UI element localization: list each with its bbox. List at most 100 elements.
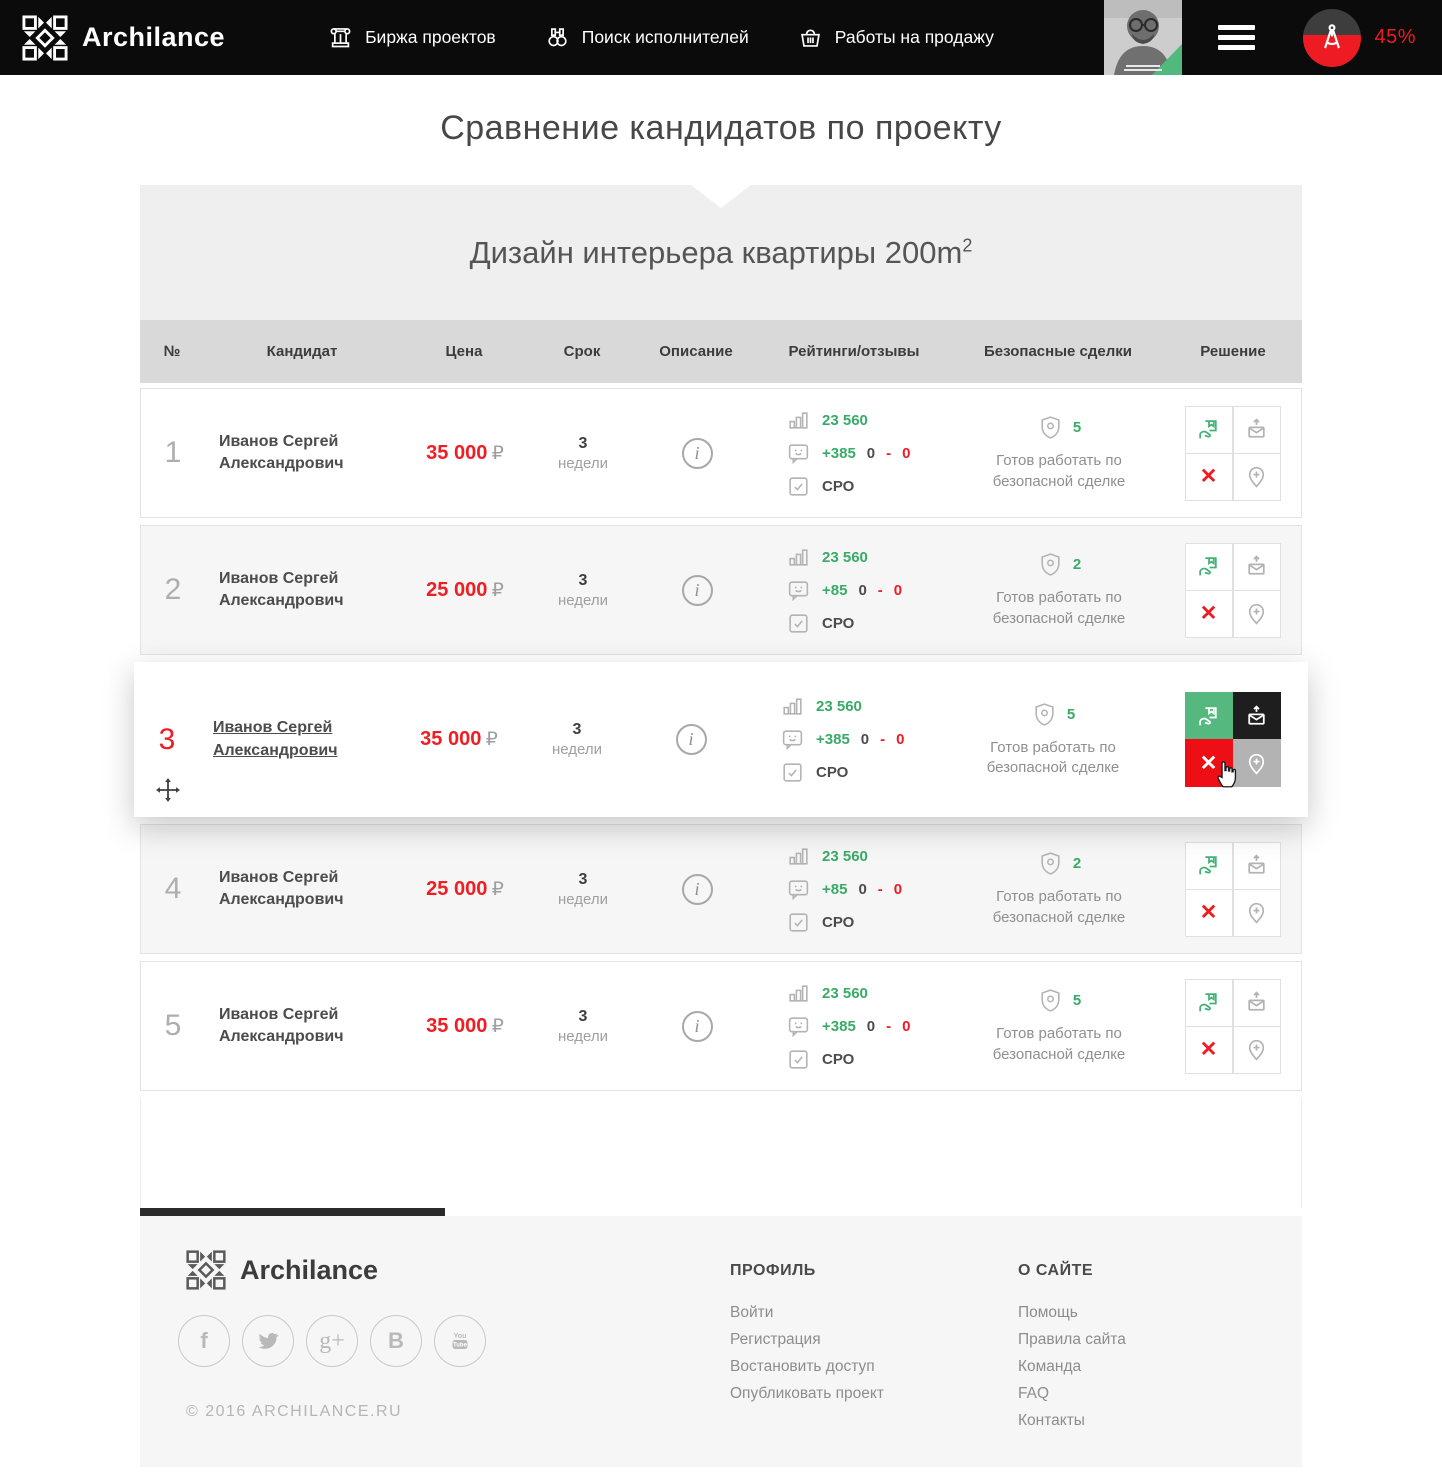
candidate-name[interactable]: Иванов Сергей Александрович xyxy=(199,717,374,762)
nav-item-projects[interactable]: Биржа проектов xyxy=(327,24,496,51)
vk-icon[interactable]: B xyxy=(370,1315,422,1367)
hire-button[interactable] xyxy=(1185,543,1233,591)
views-line: 23 560 xyxy=(786,981,953,1006)
add-location-button[interactable] xyxy=(1233,889,1281,937)
footer-link[interactable]: Опубликовать проект xyxy=(730,1385,1018,1403)
user-avatar[interactable] xyxy=(1104,0,1182,75)
rating-separator: - xyxy=(878,582,883,599)
checkbox-icon xyxy=(786,910,811,935)
rating-positive: +85 xyxy=(822,881,847,898)
row-number: 2 xyxy=(141,573,205,607)
hire-button[interactable] xyxy=(1185,979,1233,1027)
rating-negative: 0 xyxy=(902,445,910,462)
candidate-name[interactable]: Иванов Сергей Александрович xyxy=(205,1004,380,1049)
hire-button[interactable] xyxy=(1185,406,1233,454)
footer-link[interactable]: Войти xyxy=(730,1304,1018,1322)
rating-neutral: 0 xyxy=(861,731,869,748)
footer-column-title: О САЙТЕ xyxy=(1018,1262,1126,1280)
sro-line: СРО xyxy=(786,611,953,636)
currency-symbol: ₽ xyxy=(486,728,498,750)
candidate-name[interactable]: Иванов Сергей Александрович xyxy=(205,568,380,613)
table-row: 2 Иванов Сергей Александрович 25 000 ₽ 3… xyxy=(140,525,1302,655)
footer-link[interactable]: Команда xyxy=(1018,1358,1126,1376)
footer-brand[interactable]: Archilance xyxy=(186,1250,730,1290)
footer-link[interactable]: Правила сайта xyxy=(1018,1331,1126,1349)
views-count: 23 560 xyxy=(822,985,868,1002)
send-message-button[interactable] xyxy=(1233,842,1281,890)
footer-link[interactable]: Контакты xyxy=(1018,1412,1126,1430)
candidate-name[interactable]: Иванов Сергей Александрович xyxy=(205,867,380,912)
currency-symbol: ₽ xyxy=(492,442,504,464)
deals-text: Готов работать по безопасной сделке xyxy=(972,1024,1147,1065)
add-location-button[interactable] xyxy=(1233,1026,1281,1074)
nav-item-search-executors[interactable]: Поиск исполнителей xyxy=(544,24,749,51)
nav-item-works-for-sale[interactable]: Работы на продажу xyxy=(797,24,994,51)
bar-chart-icon xyxy=(786,844,811,869)
price-cell: 25 000 ₽ xyxy=(401,579,529,602)
twitter-icon[interactable] xyxy=(242,1315,294,1367)
safe-deals-cell: 5 Готов работать по безопасной сделке xyxy=(953,414,1165,492)
views-count: 23 560 xyxy=(822,848,868,865)
description-cell: i xyxy=(637,438,757,469)
info-icon[interactable]: i xyxy=(682,575,713,606)
info-icon[interactable]: i xyxy=(682,874,713,905)
menu-icon[interactable] xyxy=(1218,25,1255,50)
rating-negative: 0 xyxy=(896,731,904,748)
info-icon[interactable]: i xyxy=(676,724,707,755)
binoculars-icon xyxy=(544,24,571,51)
rating-neutral: 0 xyxy=(858,881,866,898)
footer-link[interactable]: Помощь xyxy=(1018,1304,1126,1322)
profile-progress-badge[interactable] xyxy=(1303,9,1361,67)
table-row: 1 Иванов Сергей Александрович 35 000 ₽ 3… xyxy=(140,388,1302,518)
term-value: 3 xyxy=(529,1008,637,1026)
send-message-button[interactable] xyxy=(1233,406,1281,454)
archilance-logo-icon xyxy=(186,1250,226,1290)
reject-button[interactable]: ✕ xyxy=(1185,889,1233,937)
footer-link[interactable]: Регистрация xyxy=(730,1331,1018,1349)
currency-symbol: ₽ xyxy=(492,1015,504,1037)
shield-icon xyxy=(1037,414,1064,441)
reviews-line: +85 0 - 0 xyxy=(786,578,953,603)
candidate-name[interactable]: Иванов Сергей Александрович xyxy=(205,431,380,476)
send-message-icon xyxy=(1244,417,1269,442)
reject-button[interactable]: ✕ xyxy=(1185,1026,1233,1074)
sro-label: СРО xyxy=(822,615,854,632)
decision-cell: ✕ xyxy=(1165,842,1301,936)
rating-neutral: 0 xyxy=(867,445,875,462)
rating-separator: - xyxy=(886,1018,891,1035)
column-header: Рейтинги/отзывы xyxy=(756,343,952,360)
reviews-line: +385 0 - 0 xyxy=(786,441,953,466)
price-cell: 35 000 ₽ xyxy=(401,1015,529,1038)
term-unit: недели xyxy=(529,455,637,472)
hire-button[interactable] xyxy=(1185,842,1233,890)
avatar-image xyxy=(1104,0,1182,75)
add-location-button[interactable] xyxy=(1233,453,1281,501)
google-plus-icon[interactable]: g+ xyxy=(306,1315,358,1367)
chat-smiley-icon xyxy=(786,1014,811,1039)
footer-link[interactable]: Востановить доступ xyxy=(730,1358,1018,1376)
send-message-button[interactable] xyxy=(1233,692,1281,740)
send-message-icon xyxy=(1244,554,1269,579)
sro-label: СРО xyxy=(822,914,854,931)
youtube-icon[interactable]: YouTube xyxy=(434,1315,486,1367)
main-nav: Биржа проектов Поиск исполнителей Работы… xyxy=(327,24,994,51)
add-location-icon xyxy=(1244,751,1269,776)
send-message-button[interactable] xyxy=(1233,979,1281,1027)
facebook-icon[interactable]: f xyxy=(178,1315,230,1367)
info-icon[interactable]: i xyxy=(682,1011,713,1042)
svg-text:You: You xyxy=(454,1333,467,1340)
reject-button[interactable]: ✕ xyxy=(1185,453,1233,501)
rating-positive: +85 xyxy=(822,582,847,599)
column-header: Цена xyxy=(400,343,528,360)
brand[interactable]: Archilance xyxy=(22,15,225,61)
deals-count: 5 xyxy=(1073,419,1081,436)
send-message-button[interactable] xyxy=(1233,543,1281,591)
add-location-button[interactable] xyxy=(1233,590,1281,638)
footer-link[interactable]: FAQ xyxy=(1018,1385,1126,1403)
price-value: 35 000 xyxy=(426,1015,487,1037)
description-cell: i xyxy=(631,724,751,755)
reject-button[interactable]: ✕ xyxy=(1185,590,1233,638)
nav-label: Поиск исполнителей xyxy=(582,27,749,48)
info-icon[interactable]: i xyxy=(682,438,713,469)
hire-button[interactable] xyxy=(1185,692,1233,740)
